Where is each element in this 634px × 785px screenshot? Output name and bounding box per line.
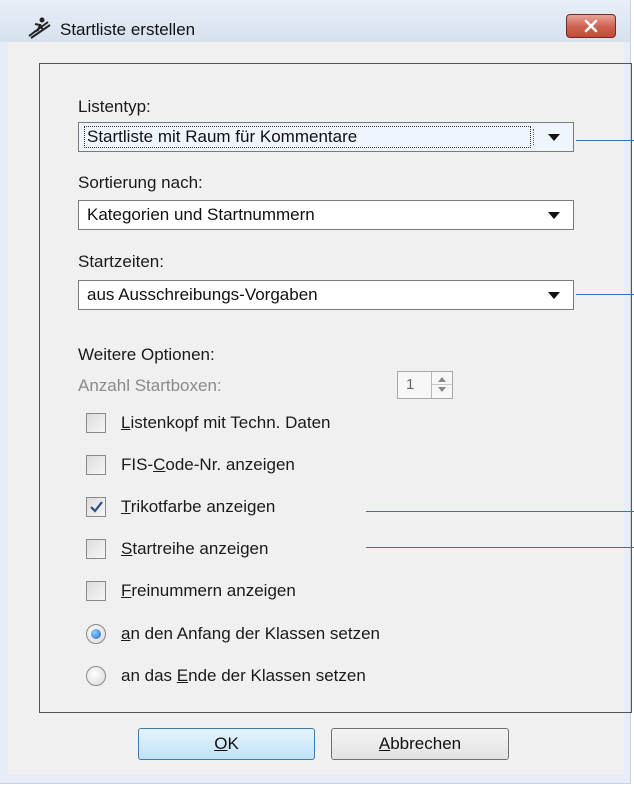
label-text: an das xyxy=(121,666,177,685)
label-text: bbrechen xyxy=(390,734,462,753)
sort-by-dropdown[interactable]: Kategorien und Startnummern xyxy=(78,200,574,230)
list-type-dropdown[interactable]: Startliste mit Raum für Kommentare xyxy=(78,122,574,152)
callout-line xyxy=(576,294,634,295)
chevron-down-icon xyxy=(548,134,560,141)
cancel-button[interactable]: Abbrechen xyxy=(331,728,509,760)
list-type-label: Listentyp: xyxy=(78,97,151,116)
label-text: n den Anfang der Klassen setzen xyxy=(130,624,380,643)
callout-line xyxy=(576,140,634,141)
mnemonic-letter: O xyxy=(214,734,228,753)
mnemonic-letter: C xyxy=(153,455,166,474)
label-text: rikotfarbe anzeigen xyxy=(130,497,276,516)
label-text: istenkopf mit Techn. Daten xyxy=(130,413,331,432)
radio-label-class-end[interactable]: an das Ende der Klassen setzen xyxy=(121,666,366,686)
more-options-heading: Weitere Optionen: xyxy=(78,345,215,364)
checkbox-fis-code[interactable] xyxy=(86,455,106,475)
spin-up-icon[interactable] xyxy=(438,377,446,382)
spinner-buttons[interactable] xyxy=(431,372,452,398)
mnemonic-letter: A xyxy=(378,734,391,753)
checkbox-header-tech-data[interactable] xyxy=(86,413,106,433)
sort-by-label: Sortierung nach: xyxy=(78,173,203,192)
radio-selected-dot xyxy=(91,629,101,639)
checkbox-label-fis-code[interactable]: FIS-Code-Nr. anzeigen xyxy=(121,455,295,475)
label-text: reinummern anzeigen xyxy=(131,581,296,600)
checkbox-label-start-row[interactable]: Startreihe anzeigen xyxy=(121,539,268,559)
start-boxes-spinner[interactable]: 1 xyxy=(397,371,453,399)
checkmark-icon xyxy=(90,501,103,513)
callout-line xyxy=(366,547,634,548)
dialog-window: Startliste erstellen Listentyp: Startlis… xyxy=(0,0,634,784)
chevron-down-icon xyxy=(548,212,560,219)
start-times-dropdown[interactable]: aus Ausschreibungs-Vorgaben xyxy=(78,280,574,310)
start-times-label: Startzeiten: xyxy=(78,252,164,271)
mnemonic-letter: T xyxy=(121,497,131,516)
skier-icon xyxy=(28,17,51,39)
label-text: ode-Nr. anzeigen xyxy=(165,455,295,474)
label-text: tartreihe anzeigen xyxy=(132,539,269,558)
mnemonic-letter: S xyxy=(121,539,133,558)
start-boxes-label: Anzahl Startboxen: xyxy=(78,376,222,395)
checkbox-start-row[interactable] xyxy=(86,539,106,559)
list-type-value: Startliste mit Raum für Kommentare xyxy=(87,127,358,146)
checkbox-label-free-numbers[interactable]: Freinummern anzeigen xyxy=(121,581,296,601)
label-text: K xyxy=(227,734,239,753)
sort-by-value: Kategorien und Startnummern xyxy=(87,205,315,224)
spinner-divider xyxy=(432,384,452,385)
checkbox-jersey-color[interactable] xyxy=(86,497,106,517)
mnemonic-letter: F xyxy=(121,581,132,600)
spin-down-icon[interactable] xyxy=(438,387,446,392)
checkbox-label-jersey-color[interactable]: Trikotfarbe anzeigen xyxy=(121,497,275,517)
checkbox-free-numbers[interactable] xyxy=(86,581,106,601)
ok-button[interactable]: OK xyxy=(138,728,315,760)
mnemonic-letter: E xyxy=(176,666,189,685)
chevron-down-icon xyxy=(548,292,560,299)
radio-class-start[interactable] xyxy=(86,624,106,644)
callout-line xyxy=(366,511,634,512)
start-boxes-value: 1 xyxy=(406,376,415,393)
label-text: FIS- xyxy=(121,455,154,474)
close-x-icon xyxy=(584,19,598,33)
radio-class-end[interactable] xyxy=(86,666,106,686)
radio-label-class-start[interactable]: an den Anfang der Klassen setzen xyxy=(121,624,380,644)
start-times-value: aus Ausschreibungs-Vorgaben xyxy=(87,285,318,304)
checkbox-label-header-tech-data[interactable]: Listenkopf mit Techn. Daten xyxy=(121,413,330,433)
window-title: Startliste erstellen xyxy=(60,20,196,39)
dropdown-separator xyxy=(533,129,536,145)
close-button[interactable] xyxy=(566,14,616,38)
title-bar[interactable]: Startliste erstellen xyxy=(0,0,630,42)
label-text: nde der Klassen setzen xyxy=(188,666,366,685)
